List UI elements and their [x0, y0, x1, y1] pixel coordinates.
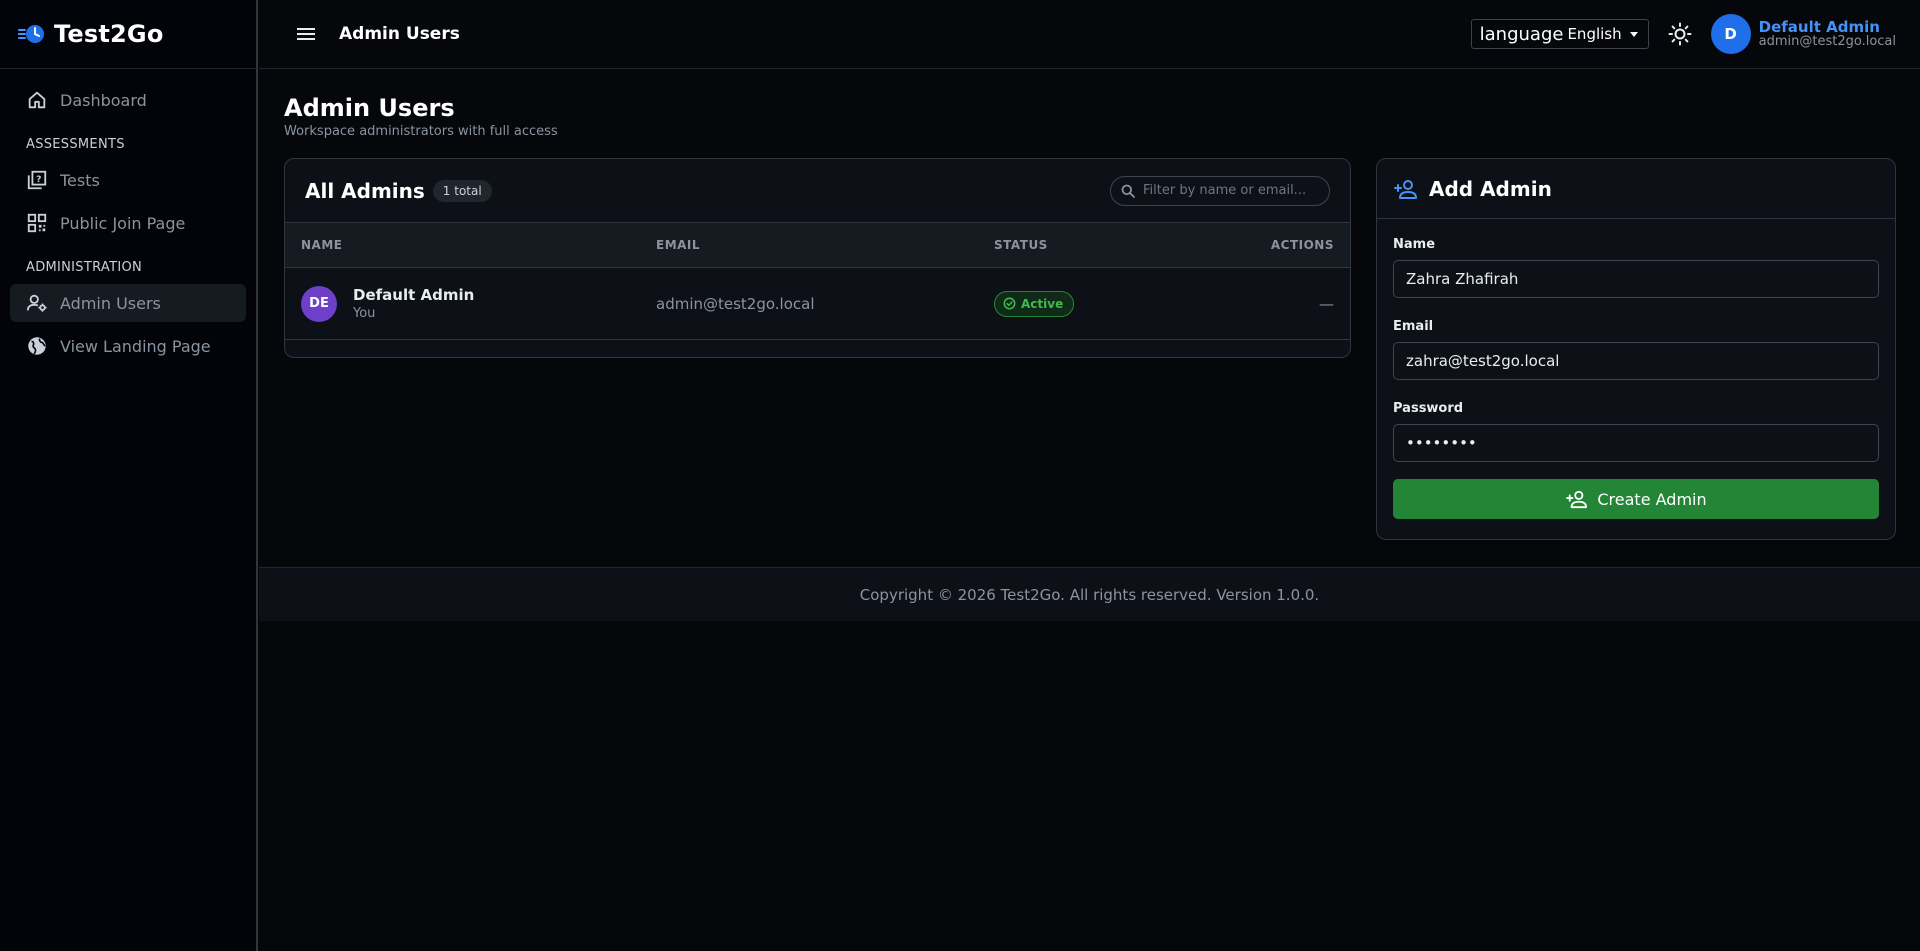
add-admin-card: Add Admin Name Email Password Create Adm… [1376, 158, 1896, 540]
sidebar-item-dashboard[interactable]: Dashboard [10, 81, 246, 119]
theme-toggle-button[interactable] [1667, 21, 1693, 47]
nav-section-assessments: ASSESSMENTS [26, 137, 125, 152]
row-avatar: DE [301, 285, 337, 322]
sidebar-item-admin-users[interactable]: Admin Users [10, 284, 246, 322]
password-field[interactable] [1393, 424, 1879, 462]
menu-toggle-button[interactable] [295, 23, 317, 45]
table-row[interactable]: DE Default Admin You admin@test2go.local… [285, 268, 1350, 340]
person-add-icon [1394, 179, 1417, 199]
page-subtitle: Workspace administrators with full acces… [284, 124, 558, 139]
table-header: NAME EMAIL STATUS ACTIONS [285, 223, 1350, 268]
column-header-actions: ACTIONS [1270, 238, 1334, 252]
create-admin-button[interactable]: Create Admin [1393, 479, 1879, 519]
sidebar: Test2Go Dashboard ASSESSMENTS ? Tests Pu… [0, 0, 258, 951]
sidebar-item-label: View Landing Page [60, 336, 211, 356]
sun-icon [1668, 22, 1692, 46]
qr-code-icon [26, 212, 48, 234]
create-admin-label: Create Admin [1597, 489, 1707, 509]
status-badge: Active [994, 290, 1075, 317]
quiz-icon: ? [26, 169, 48, 191]
copyright-text: Copyright © 2026 Test2Go. All rights res… [859, 585, 1320, 604]
sidebar-item-view-landing-page[interactable]: View Landing Page [10, 327, 246, 365]
all-admins-header: All Admins 1 total [285, 159, 1350, 223]
user-menu[interactable]: Default Admin admin@test2go.local [1759, 19, 1896, 50]
sidebar-item-tests[interactable]: ? Tests [10, 161, 246, 199]
user-name: Default Admin [1758, 17, 1880, 36]
sidebar-item-label: Dashboard [60, 90, 147, 110]
page-header: Admin Users Workspace administrators wit… [284, 94, 558, 139]
nav-section-administration: ADMINISTRATION [26, 260, 143, 275]
brand[interactable]: Test2Go [0, 0, 256, 69]
add-admin-header: Add Admin [1377, 159, 1895, 219]
person-add-icon [1566, 490, 1588, 509]
all-admins-card: All Admins 1 total NAME EMAIL STATUS ACT… [284, 158, 1351, 358]
sidebar-item-label: Public Join Page [60, 213, 186, 233]
column-header-status[interactable]: STATUS [994, 238, 1048, 252]
footer: Copyright © 2026 Test2Go. All rights res… [259, 567, 1920, 621]
name-label: Name [1393, 237, 1436, 252]
user-avatar[interactable]: D [1710, 14, 1751, 54]
manage-accounts-icon [26, 292, 48, 314]
email-label: Email [1393, 319, 1434, 334]
add-admin-title: Add Admin [1429, 176, 1552, 201]
search-icon [1121, 184, 1135, 198]
row-name: Default Admin [353, 286, 475, 304]
email-field[interactable] [1393, 342, 1879, 380]
sidebar-item-label: Tests [60, 170, 100, 190]
user-email: admin@test2go.local [1758, 34, 1896, 50]
topbar-actions: language English D Default Admin admin@t… [1470, 14, 1896, 54]
globe-icon [26, 335, 48, 357]
sidebar-item-public-join-page[interactable]: Public Join Page [10, 204, 246, 242]
caret-down-icon [1629, 31, 1638, 37]
filter-input[interactable] [1143, 183, 1323, 198]
page-title: Admin Users [284, 94, 455, 122]
check-circle-icon [1003, 297, 1016, 310]
sidebar-item-label: Admin Users [60, 293, 161, 313]
svg-text:?: ? [36, 174, 41, 185]
status-label: Active [1021, 296, 1064, 311]
add-admin-form: Name Email Password Create Admin [1377, 219, 1895, 519]
home-icon [26, 89, 48, 111]
language-icon: language [1479, 23, 1564, 45]
row-actions: — [1319, 294, 1334, 313]
row-email: admin@test2go.local [656, 294, 815, 313]
column-header-name[interactable]: NAME [301, 238, 342, 252]
row-subtext: You [353, 306, 376, 321]
all-admins-title: All Admins [305, 178, 425, 203]
name-field[interactable] [1393, 260, 1879, 298]
language-value: English [1567, 25, 1622, 43]
app-name: Test2Go [54, 20, 164, 48]
topbar: Admin Users language English D Default A… [259, 0, 1920, 69]
sidebar-nav: Dashboard ASSESSMENTS ? Tests Public Joi… [0, 69, 256, 382]
topbar-title: Admin Users [339, 24, 460, 44]
filter-box [1110, 175, 1330, 206]
password-label: Password [1393, 401, 1464, 416]
name-cell: DE Default Admin You [301, 285, 475, 322]
clock-logo-icon [18, 25, 44, 43]
language-select[interactable]: language English [1470, 19, 1649, 49]
count-badge: 1 total [432, 179, 492, 202]
hamburger-icon [297, 28, 315, 40]
column-header-email[interactable]: EMAIL [656, 238, 700, 252]
